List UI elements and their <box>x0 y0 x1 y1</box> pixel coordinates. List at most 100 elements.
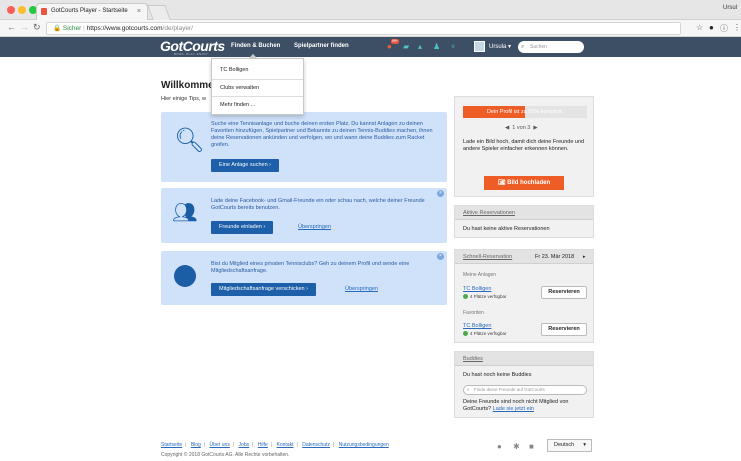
card-text: Suche eine Tennisanlage und buche deinen… <box>211 121 433 148</box>
buddies-empty: Du hast noch keine Buddies <box>463 372 532 378</box>
reservations-panel: Aktive Reservationen Du hast keine aktiv… <box>454 205 594 238</box>
prev-icon[interactable]: ◀ <box>505 125 509 131</box>
star-icon[interactable]: ☆ <box>696 23 703 32</box>
upload-photo-button[interactable]: 📷︎ Bild hochladen <box>484 176 564 190</box>
url-path: /de/player/ <box>162 25 193 32</box>
logo-tagline: BOOK. PLAY. ENJOY. <box>174 52 209 56</box>
skip-link[interactable]: Überspringen <box>298 224 331 230</box>
facebook-icon[interactable]: ■ <box>529 442 534 451</box>
camera-icon: 📷︎ <box>497 180 506 186</box>
profile-completion-panel: Dein Profil ist zu 50% komplett. ◀ 1 von… <box>454 96 594 197</box>
footer-link-nutzung[interactable]: Nutzungsbedingungen <box>339 442 389 448</box>
url-host: https://www.gotcourts.com <box>86 25 163 32</box>
search-icon: ⌕ <box>467 387 470 392</box>
url-field[interactable]: 🔒 Sicher | https://www.gotcourts.com/de/… <box>46 22 681 35</box>
card-invite-friends: × 👥︎ Lade deine Facebook- und Gmail-Freu… <box>161 188 447 243</box>
site-navbar: GotCourts BOOK. PLAY. ENJOY. Finden & Bu… <box>0 37 741 57</box>
search-icon: 🔍︎ <box>174 127 205 154</box>
new-tab-button[interactable] <box>147 5 171 20</box>
tab-close-icon[interactable]: × <box>137 4 141 19</box>
messages-icon[interactable]: ▰ <box>403 42 409 51</box>
back-icon[interactable]: ← <box>7 22 16 32</box>
reserve-button[interactable]: Reservieren <box>541 286 587 299</box>
menu-icon[interactable]: ⋮ <box>733 23 741 32</box>
invite-friends-button[interactable]: Freunde einladen › <box>211 221 274 234</box>
club-link[interactable]: TC Bolligen <box>463 286 491 292</box>
buddies-icon[interactable]: ♟ <box>433 42 440 51</box>
card-text: Bist du Mitglied eines privaten Tenniscl… <box>211 261 410 274</box>
next-icon[interactable]: ▶ <box>533 125 537 131</box>
info-icon[interactable]: ⓘ <box>720 23 728 34</box>
dropdown-item-tc-bolligen[interactable]: TC Bolligen <box>220 67 248 73</box>
window-minimize-icon[interactable] <box>18 6 26 14</box>
my-facilities-label: Meine Anlagen <box>463 272 497 278</box>
language-value: Deutsch <box>554 442 575 448</box>
window-close-icon[interactable] <box>7 6 15 14</box>
buddy-search-input[interactable]: ⌕ Finde deine Freunde auf GotCourts <box>463 385 587 395</box>
reload-icon[interactable]: ↻ <box>33 22 41 33</box>
footer-link-jobs[interactable]: Jobs <box>239 442 250 448</box>
footer-link-datenschutz[interactable]: Datenschutz <box>302 442 330 448</box>
invite-link[interactable]: Lade sie jetzt ein <box>493 406 534 412</box>
nav-finden-buchen[interactable]: Finden & Buchen <box>231 43 280 49</box>
notification-badge: 99+ <box>391 39 399 44</box>
profile-tip: Lade ein Bild hoch, damit dich deine Fre… <box>463 139 585 152</box>
reservations-empty: Du hast keine aktive Reservationen <box>463 226 550 232</box>
extension-icon[interactable]: ● <box>709 23 714 32</box>
card-text: Lade deine Facebook- und Gmail-Freunde e… <box>211 198 425 211</box>
friends-icon: 👥︎ <box>172 202 198 224</box>
close-icon[interactable]: × <box>437 190 444 197</box>
availability: 4 Plätze verfügbar <box>470 331 507 336</box>
card-membership: × Bist du Mitglied eines privaten Tennis… <box>161 251 447 305</box>
quick-reservation-panel: Schnell-Reservation Fr 23. Mär 2018 ▸ Me… <box>454 249 594 343</box>
favicon-icon <box>41 8 47 15</box>
reservations-title[interactable]: Aktive Reservationen <box>463 210 515 216</box>
footer-links: Startseite | Blog | Über uns | Jobs | Hilfe |… <box>161 442 389 448</box>
availability: 4 Plätze verfügbar <box>470 294 507 299</box>
buddies-title[interactable]: Buddies <box>463 356 483 362</box>
footer-link-startseite[interactable]: Startseite <box>161 442 182 448</box>
next-date-icon[interactable]: ▸ <box>583 254 586 260</box>
footer-link-blog[interactable]: Blog <box>191 442 201 448</box>
progress-text: Dein Profil ist zu 50% komplett. <box>486 109 564 115</box>
footer-link-ueber-uns[interactable]: Über uns <box>210 442 230 448</box>
user-menu[interactable]: Ursula ▾ <box>489 43 511 50</box>
close-icon[interactable]: × <box>437 253 444 260</box>
search-icon: ⌕ <box>521 44 525 50</box>
check-icon <box>463 331 468 336</box>
finden-dropdown-menu: TC Bolligen Clubs verwalten Mehr finden … <box>211 54 304 115</box>
skip-link[interactable]: Überspringen <box>345 286 378 292</box>
membership-request-button[interactable]: Mitgliedschaftsanfrage verschicken › <box>211 283 316 296</box>
pager: ◀ 1 von 3 ▶ <box>505 125 538 131</box>
browser-tab[interactable]: GotCourts Player - Startseite × <box>36 3 148 20</box>
apple-icon[interactable]: ● <box>497 442 502 451</box>
check-icon <box>463 294 468 299</box>
reserve-button[interactable]: Reservieren <box>541 323 587 336</box>
card-find-court: 🔍︎ Suche eine Tennisanlage und buche dei… <box>161 112 447 182</box>
avatar[interactable] <box>474 41 485 52</box>
buddies-panel: Buddies Du hast noch keine Buddies ⌕ Fin… <box>454 351 594 418</box>
android-icon[interactable]: ✱ <box>513 442 520 451</box>
dropdown-item-clubs-verwalten[interactable]: Clubs verwalten <box>220 85 259 91</box>
buddy-search-placeholder: Finde deine Freunde auf GotCourts <box>474 387 545 392</box>
bell-icon[interactable]: ▴ <box>418 42 422 51</box>
footer-link-hilfe[interactable]: Hilfe <box>258 442 268 448</box>
intro-text: Hier einige Tips, w <box>161 96 206 102</box>
copyright: Copyright © 2018 GotCourts AG. Alle Rech… <box>161 452 290 458</box>
trophy-icon[interactable]: ♆ <box>450 42 456 51</box>
nav-spielpartner[interactable]: Spielpartner finden <box>294 43 349 49</box>
profile-name[interactable]: Ursul <box>723 5 737 11</box>
dropdown-item-mehr-finden[interactable]: Mehr finden ... <box>220 102 255 108</box>
forward-icon[interactable]: → <box>20 22 29 32</box>
search-placeholder: Suchen <box>530 44 547 50</box>
buddies-text: Deine Freunde sind noch nicht Mitglied v… <box>463 399 569 412</box>
footer-link-kontakt[interactable]: Kontakt <box>277 442 294 448</box>
club-link[interactable]: TC Bolligen <box>463 323 491 329</box>
site-search-input[interactable]: ⌕ Suchen <box>518 41 584 53</box>
quick-date: Fr 23. Mär 2018 <box>535 254 575 260</box>
find-court-button[interactable]: Eine Anlage suchen › <box>211 159 279 172</box>
quick-title[interactable]: Schnell-Reservation <box>463 254 512 260</box>
lock-icon: 🔒 <box>53 25 62 32</box>
secure-label: Sicher <box>62 25 82 32</box>
language-select[interactable]: Deutsch ▾ <box>547 439 592 452</box>
